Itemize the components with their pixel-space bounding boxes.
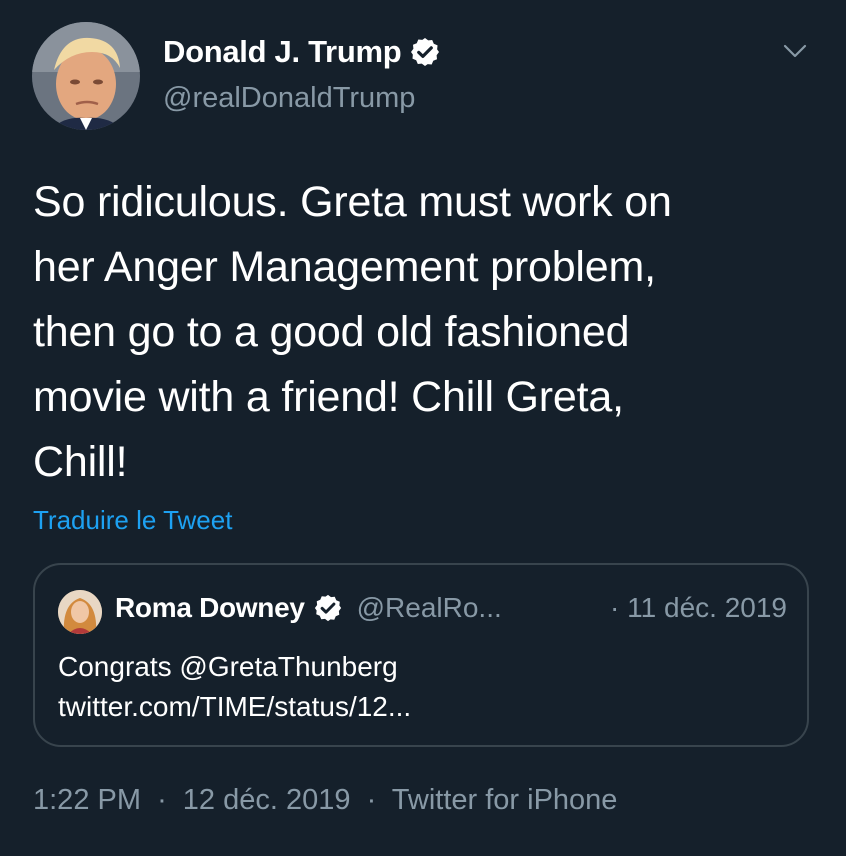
verified-badge-icon (313, 593, 343, 623)
tweet-time[interactable]: 1:22 PM (33, 784, 141, 816)
quoted-header: Roma Downey @RealRo... (115, 592, 502, 624)
author-name[interactable]: Donald J. Trump (163, 34, 402, 70)
tweet-text: So ridiculous. Greta must work on her An… (33, 178, 672, 486)
meta-separator: · (366, 784, 377, 816)
author-avatar[interactable] (32, 22, 140, 130)
quoted-tweet[interactable]: Roma Downey @RealRo... · 11 déc. 2019 Co… (33, 563, 809, 747)
tweet-meta: 1:22 PM · 12 déc. 2019 · Twitter for iPh… (33, 784, 617, 817)
translate-tweet-link[interactable]: Traduire le Tweet (33, 505, 232, 536)
chevron-down-icon[interactable] (780, 36, 810, 66)
meta-separator: · (157, 784, 167, 816)
quoted-text: Congrats @GretaThunberg twitter.com/TIME… (58, 651, 412, 722)
tweet-source-link[interactable]: Twitter for iPhone (392, 784, 618, 816)
quoted-author-avatar[interactable] (58, 590, 102, 634)
author-info: Donald J. Trump (163, 34, 441, 70)
tweet-date[interactable]: 12 déc. 2019 (183, 784, 351, 816)
quoted-author-handle: @RealRo... (356, 592, 502, 623)
author-handle[interactable]: @realDonaldTrump (163, 82, 415, 115)
tweet-card: Donald J. Trump @realDonaldTrump So ridi… (0, 0, 846, 856)
quoted-date: · 11 déc. 2019 (610, 592, 787, 623)
quoted-author-name: Roma Downey (115, 592, 305, 623)
verified-badge-icon (409, 36, 441, 68)
